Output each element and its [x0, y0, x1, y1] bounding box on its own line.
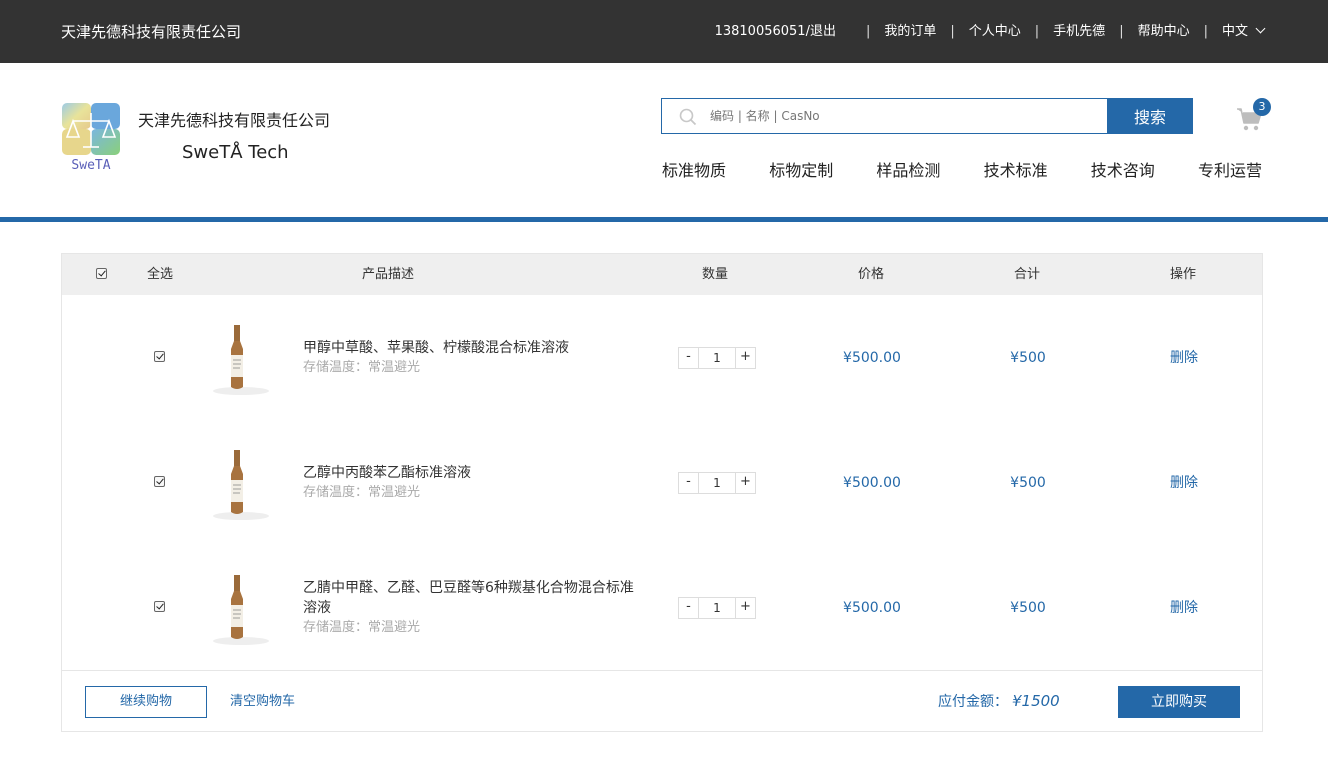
company-name-block: 天津先德科技有限责任公司 SweTÅ Tech	[138, 110, 330, 165]
amount-due-value: ¥1500	[1012, 692, 1060, 710]
product-description: 乙腈中甲醛、乙醛、巴豆醛等6种羰基化合物混合标准溶液 存储温度：常温避光	[303, 578, 643, 638]
divider: |	[1203, 24, 1208, 39]
mobile-link[interactable]: 手机先德	[1053, 23, 1105, 41]
nav-item-reference-materials[interactable]: 标准物质	[662, 160, 726, 182]
cart-footer: 继续购物 清空购物车 应付金额： ¥1500 立即购买	[62, 670, 1262, 732]
quantity-stepper: - +	[678, 472, 756, 494]
cart-row: 乙腈中甲醛、乙醛、巴豆醛等6种羰基化合物混合标准溶液 存储温度：常温避光 - +…	[62, 545, 1262, 670]
divider: |	[950, 24, 955, 39]
nav-item-sample-testing[interactable]: 样品检测	[876, 160, 940, 182]
header-divider	[0, 217, 1328, 222]
unit-price: ¥500.00	[843, 475, 901, 491]
row-checkbox[interactable]	[154, 476, 165, 487]
column-description: 产品描述	[362, 267, 415, 282]
cart-table-header: 全选 产品描述 数量 价格 合计 操作	[62, 254, 1262, 295]
nav-item-custom-standards[interactable]: 标物定制	[769, 160, 833, 182]
search-icon	[679, 108, 697, 126]
product-thumbnail	[213, 450, 269, 520]
clear-cart-link[interactable]: 清空购物车	[230, 694, 295, 710]
cart-button[interactable]: 3	[1236, 98, 1271, 134]
product-storage: 存储温度：常温避光	[303, 485, 421, 500]
product-name[interactable]: 乙醇中丙酸苯乙酯标准溶液	[303, 463, 643, 483]
top-bar-nav: 13810056051/退出 | 我的订单 | 个人中心 | 手机先德 | 帮助…	[715, 23, 1266, 41]
product-description: 甲醇中草酸、苹果酸、柠檬酸混合标准溶液 存储温度：常温避光	[303, 338, 643, 378]
delete-link[interactable]: 删除	[1134, 598, 1234, 618]
cart-table: 全选 产品描述 数量 价格 合计 操作 甲醇中草酸、苹果酸、柠檬酸混合标准溶液 …	[61, 253, 1263, 732]
product-name[interactable]: 乙腈中甲醛、乙醛、巴豆醛等6种羰基化合物混合标准溶液	[303, 578, 643, 618]
cart-row: 乙醇中丙酸苯乙酯标准溶液 存储温度：常温避光 - + ¥500.00 ¥500 …	[62, 420, 1262, 545]
amount-due-label: 应付金额：	[938, 694, 1008, 710]
line-total: ¥500	[1010, 600, 1046, 616]
delete-link[interactable]: 删除	[1134, 348, 1234, 368]
delete-link[interactable]: 删除	[1134, 473, 1234, 493]
logo-text: SweTA	[71, 158, 110, 171]
cart-count-badge: 3	[1253, 98, 1271, 116]
search-input[interactable]	[662, 99, 1107, 133]
product-thumbnail	[213, 325, 269, 395]
top-bar-company: 天津先德科技有限责任公司	[61, 23, 242, 41]
search-field	[662, 99, 1107, 133]
main-nav: 标准物质 标物定制 样品检测 技术标准 技术咨询 专利运营	[662, 160, 1262, 182]
quantity-increase-button[interactable]: +	[735, 473, 755, 493]
row-checkbox[interactable]	[154, 351, 165, 362]
divider: |	[865, 24, 871, 39]
line-total: ¥500	[1010, 475, 1046, 491]
unit-price: ¥500.00	[843, 600, 901, 616]
chevron-down-icon	[1255, 23, 1266, 34]
product-thumbnail	[213, 575, 269, 645]
select-all-label: 全选	[147, 267, 174, 282]
product-description: 乙醇中丙酸苯乙酯标准溶液 存储温度：常温避光	[303, 463, 643, 503]
quantity-decrease-button[interactable]: -	[679, 348, 699, 368]
cart-row: 甲醇中草酸、苹果酸、柠檬酸混合标准溶液 存储温度：常温避光 - + ¥500.0…	[62, 295, 1262, 420]
quantity-input[interactable]	[699, 473, 735, 493]
row-checkbox[interactable]	[154, 601, 165, 612]
quantity-increase-button[interactable]: +	[735, 598, 755, 618]
company-name-cn: 天津先德科技有限责任公司	[138, 111, 331, 130]
product-name[interactable]: 甲醇中草酸、苹果酸、柠檬酸混合标准溶液	[303, 338, 643, 358]
nav-item-patent-operations[interactable]: 专利运营	[1198, 160, 1262, 182]
language-select[interactable]: 中文	[1221, 23, 1266, 41]
quantity-increase-button[interactable]: +	[735, 348, 755, 368]
nav-item-technical-standards[interactable]: 技术标准	[984, 160, 1048, 182]
top-bar: 天津先德科技有限责任公司 13810056051/退出 | 我的订单 | 个人中…	[0, 0, 1328, 63]
personal-center-link[interactable]: 个人中心	[969, 23, 1021, 41]
divider: |	[1119, 24, 1124, 39]
account-logout-link[interactable]: 13810056051/退出	[715, 23, 836, 41]
search-button[interactable]: 搜索	[1107, 98, 1193, 134]
quantity-stepper: - +	[678, 597, 756, 619]
unit-price: ¥500.00	[843, 350, 901, 366]
quantity-input[interactable]	[699, 348, 735, 368]
product-storage: 存储温度：常温避光	[303, 360, 421, 375]
column-subtotal: 合计	[1014, 267, 1041, 282]
quantity-input[interactable]	[699, 598, 735, 618]
line-total: ¥500	[1010, 350, 1046, 366]
help-center-link[interactable]: 帮助中心	[1138, 23, 1190, 41]
company-logo[interactable]: SweTA	[61, 103, 121, 171]
search-bar: 搜索	[661, 98, 1193, 134]
buy-now-button[interactable]: 立即购买	[1118, 686, 1240, 718]
quantity-decrease-button[interactable]: -	[679, 598, 699, 618]
divider: |	[1034, 24, 1040, 39]
nav-item-technical-consulting[interactable]: 技术咨询	[1091, 160, 1155, 182]
continue-shopping-button[interactable]: 继续购物	[85, 686, 207, 718]
column-price: 价格	[858, 267, 885, 282]
language-label: 中文	[1221, 24, 1248, 39]
column-quantity: 数量	[702, 267, 729, 282]
quantity-decrease-button[interactable]: -	[679, 473, 699, 493]
quantity-stepper: - +	[678, 347, 756, 369]
my-orders-link[interactable]: 我的订单	[884, 23, 936, 41]
product-storage: 存储温度：常温避光	[303, 620, 421, 635]
column-action: 操作	[1170, 267, 1197, 282]
select-all-checkbox[interactable]	[96, 268, 107, 279]
company-name-en: SweTÅ Tech	[182, 142, 289, 163]
